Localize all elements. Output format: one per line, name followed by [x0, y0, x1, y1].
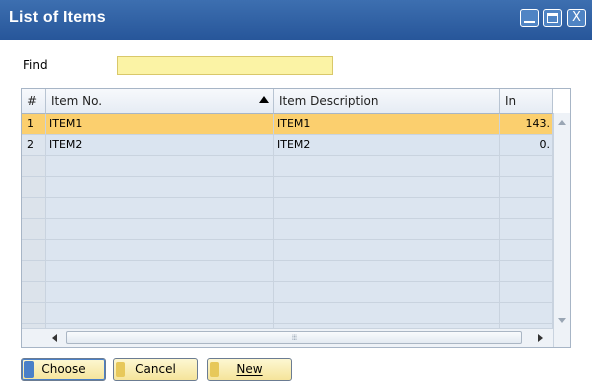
empty-cell[interactable]	[46, 219, 274, 240]
title-bar[interactable]: List of Items X	[0, 0, 592, 40]
close-icon: X	[572, 10, 581, 25]
choose-button[interactable]: Choose	[21, 358, 106, 381]
row-number: 1	[22, 114, 46, 135]
item-no-cell[interactable]: ITEM2	[46, 135, 274, 156]
table-row[interactable]: 1 ITEM1 ITEM1 143.	[22, 114, 553, 135]
cancel-button-label: Cancel	[135, 362, 176, 376]
row-number: 2	[22, 135, 46, 156]
empty-table-row[interactable]	[22, 198, 553, 219]
empty-cell[interactable]	[500, 261, 553, 282]
empty-cell[interactable]	[500, 303, 553, 324]
maximize-button[interactable]	[543, 9, 562, 27]
in-stock-cell[interactable]: 0.	[500, 135, 553, 156]
column-header-number[interactable]: #	[22, 89, 46, 114]
empty-table-row[interactable]	[22, 240, 553, 261]
horizontal-scrollbar[interactable]: ⁞⁞⁞	[22, 328, 553, 347]
sort-ascending-icon	[259, 96, 269, 103]
empty-cell	[22, 240, 46, 261]
empty-cell[interactable]	[274, 198, 500, 219]
empty-cell	[22, 177, 46, 198]
column-header-item-no-label: Item No.	[51, 94, 103, 108]
item-no-cell[interactable]: ITEM1	[46, 114, 274, 135]
item-description-cell[interactable]: ITEM1	[274, 114, 500, 135]
column-header-item-description[interactable]: Item Description	[274, 89, 500, 114]
empty-cell[interactable]	[46, 261, 274, 282]
scrollbar-thumb[interactable]: ⁞⁞⁞	[66, 331, 522, 344]
empty-cell[interactable]	[274, 156, 500, 177]
empty-cell	[22, 282, 46, 303]
item-description-cell[interactable]: ITEM2	[274, 135, 500, 156]
vertical-scrollbar[interactable]	[553, 113, 570, 347]
arrow-left-icon[interactable]	[52, 334, 57, 342]
grip-icon: ⁞⁞⁞	[291, 333, 298, 342]
cancel-button[interactable]: Cancel	[113, 358, 198, 381]
empty-cell[interactable]	[500, 177, 553, 198]
minimize-icon	[524, 21, 535, 23]
empty-cell[interactable]	[46, 198, 274, 219]
empty-cell[interactable]	[274, 177, 500, 198]
empty-cell[interactable]	[46, 240, 274, 261]
empty-cell[interactable]	[500, 219, 553, 240]
empty-table-row[interactable]	[22, 282, 553, 303]
empty-cell[interactable]	[46, 156, 274, 177]
empty-cell[interactable]	[46, 177, 274, 198]
choose-focus-marker	[24, 361, 34, 378]
empty-cell	[22, 261, 46, 282]
in-stock-cell[interactable]: 143.	[500, 114, 553, 135]
new-button-marker	[210, 362, 219, 377]
column-header-item-no[interactable]: Item No.	[46, 89, 274, 114]
empty-table-row[interactable]	[22, 156, 553, 177]
arrow-up-icon[interactable]	[558, 120, 566, 125]
cancel-button-marker	[116, 362, 125, 377]
empty-cell[interactable]	[500, 240, 553, 261]
empty-cell	[22, 198, 46, 219]
table-row[interactable]: 2 ITEM2 ITEM2 0.	[22, 135, 553, 156]
empty-cell[interactable]	[500, 282, 553, 303]
empty-cell	[22, 303, 46, 324]
column-header-in-stock[interactable]: In Stock	[500, 89, 553, 132]
empty-table-row[interactable]	[22, 261, 553, 282]
empty-table-row[interactable]	[22, 303, 553, 324]
empty-table-row[interactable]	[22, 219, 553, 240]
empty-cell	[22, 156, 46, 177]
empty-cell	[22, 219, 46, 240]
empty-cell[interactable]	[274, 219, 500, 240]
new-button[interactable]: New	[207, 358, 292, 381]
maximize-icon	[547, 13, 558, 23]
empty-cell[interactable]	[500, 198, 553, 219]
window-title: List of Items	[9, 9, 106, 26]
scrollbar-corner	[22, 329, 46, 347]
empty-cell[interactable]	[274, 261, 500, 282]
items-table: # Item No. Item Description In Stock 1 I…	[21, 88, 571, 348]
empty-table-row[interactable]	[22, 177, 553, 198]
empty-cell[interactable]	[274, 282, 500, 303]
empty-cell[interactable]	[46, 303, 274, 324]
list-of-items-window: List of Items X Find # Item No. Item Des…	[0, 0, 592, 389]
arrow-down-icon[interactable]	[558, 318, 566, 323]
empty-cell[interactable]	[274, 303, 500, 324]
close-button[interactable]: X	[567, 9, 586, 27]
arrow-right-icon[interactable]	[538, 334, 543, 342]
minimize-button[interactable]	[520, 9, 539, 27]
empty-cell[interactable]	[46, 282, 274, 303]
choose-button-label: Choose	[41, 362, 86, 376]
find-label: Find	[23, 58, 48, 72]
empty-cell[interactable]	[274, 240, 500, 261]
new-button-label: New	[236, 362, 263, 376]
empty-cell[interactable]	[500, 156, 553, 177]
find-input[interactable]	[117, 56, 333, 75]
